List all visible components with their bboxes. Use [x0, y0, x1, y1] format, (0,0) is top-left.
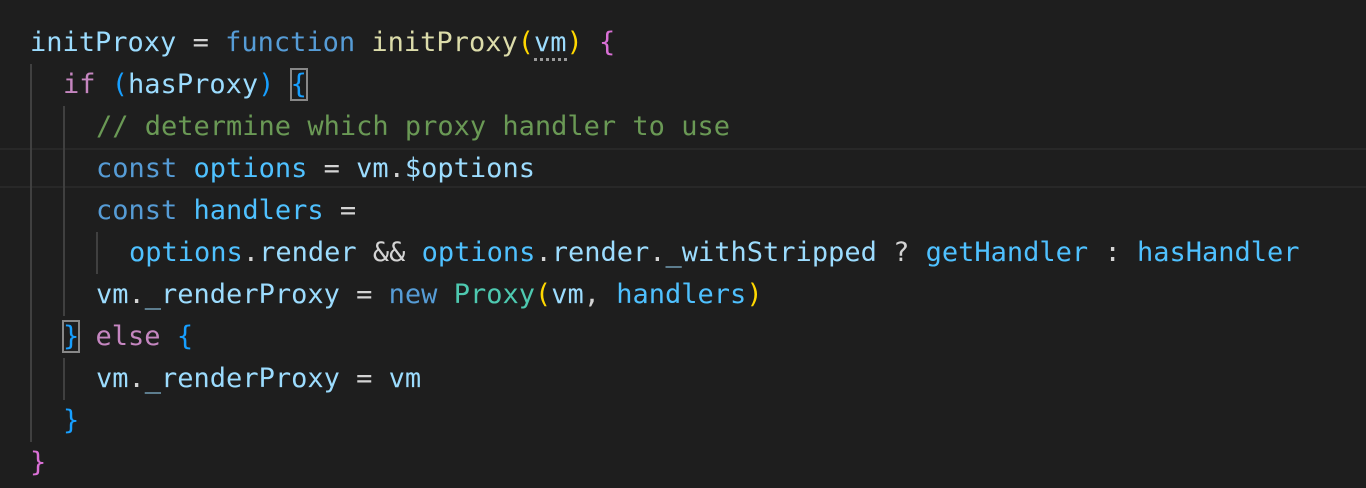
code-token-operator: [161, 321, 177, 352]
code-token-operator: .: [388, 153, 405, 184]
code-token-variable: vm: [388, 363, 422, 394]
code-token-operator: [177, 195, 193, 226]
code-token-bracket-level3: }: [61, 320, 81, 353]
code-line[interactable]: options.render && options.render._withSt…: [129, 232, 1300, 274]
code-token-bracket-level3: (: [111, 69, 129, 100]
code-token-variable: vm: [96, 363, 129, 394]
code-token-operator: &&: [356, 237, 422, 268]
code-token-bracket-level3: }: [63, 405, 80, 436]
code-token-class-name: Proxy: [453, 279, 535, 310]
code-token-variable: _withStripped: [665, 237, 877, 268]
code-token-operator: [274, 69, 290, 100]
code-token-constant: options: [421, 237, 536, 268]
indent-guide: [63, 358, 65, 400]
code-token-operator: =: [307, 153, 357, 184]
code-token-operator: [79, 321, 95, 352]
code-token-bracket-level2: }: [30, 447, 47, 478]
code-token-control-keyword: else: [95, 321, 161, 352]
code-token-operator: .: [649, 237, 666, 268]
code-line[interactable]: initProxy = function initProxy(vm) {: [30, 22, 615, 64]
code-token-variable: vm: [533, 27, 567, 61]
code-token-operator: [355, 27, 371, 58]
code-editor[interactable]: initProxy = function initProxy(vm) {if (…: [0, 0, 1366, 488]
code-line[interactable]: // determine which proxy handler to use: [96, 106, 730, 148]
code-line[interactable]: if (hasProxy) {: [63, 64, 308, 106]
code-token-bracket-level1: (: [517, 27, 534, 58]
code-line[interactable]: vm._renderProxy = vm: [96, 358, 421, 400]
code-token-variable: $options: [404, 153, 535, 184]
code-token-bracket-level3: ): [258, 69, 275, 100]
code-token-storage-keyword: new: [388, 279, 438, 310]
code-token-variable: _renderProxy: [144, 279, 340, 310]
code-token-variable: initProxy: [30, 27, 177, 58]
code-token-constant: handlers: [616, 279, 747, 310]
code-token-variable: render: [259, 237, 357, 268]
code-token-bracket-level3: {: [289, 68, 308, 101]
code-token-constant: hasHandler: [1136, 237, 1300, 268]
code-token-operator: .: [128, 279, 145, 310]
code-token-variable: vm: [356, 153, 389, 184]
code-token-variable: vm: [96, 279, 129, 310]
code-token-bracket-level1: ): [746, 279, 763, 310]
code-line[interactable]: }: [30, 442, 46, 484]
code-token-constant: options: [129, 237, 243, 268]
code-token-operator: ,: [583, 279, 617, 310]
code-line[interactable]: } else {: [61, 316, 194, 358]
code-token-operator: [437, 279, 453, 310]
code-line[interactable]: const options = vm.$options: [96, 148, 535, 190]
code-token-operator: ?: [876, 237, 926, 268]
code-token-operator: [583, 27, 599, 58]
code-token-bracket-level3: {: [176, 321, 194, 352]
code-token-function-name: initProxy: [371, 27, 518, 58]
code-token-operator: [177, 153, 193, 184]
code-token-operator: =: [339, 279, 389, 310]
indent-guide: [30, 64, 32, 442]
code-token-storage-keyword: const: [96, 195, 178, 226]
code-token-storage-keyword: const: [96, 153, 178, 184]
code-token-variable: hasProxy: [128, 69, 259, 100]
code-token-variable: render: [551, 237, 650, 268]
code-token-bracket-level1: (: [534, 279, 552, 310]
code-line[interactable]: }: [63, 400, 79, 442]
code-token-operator: .: [128, 363, 145, 394]
code-line[interactable]: const handlers =: [96, 190, 356, 232]
indent-guide: [96, 232, 98, 274]
code-token-control-keyword: if: [63, 69, 96, 100]
code-token-constant: handlers: [193, 195, 324, 226]
code-token-operator: .: [535, 237, 552, 268]
code-token-bracket-level2: {: [599, 27, 616, 58]
code-token-storage-keyword: function: [225, 27, 356, 58]
code-token-variable: _renderProxy: [144, 363, 340, 394]
code-token-operator: .: [242, 237, 260, 268]
code-token-operator: =: [176, 27, 226, 58]
indent-guide: [63, 106, 65, 316]
code-token-constant: options: [193, 153, 308, 184]
code-token-operator: =: [339, 363, 389, 394]
code-token-operator: :: [1088, 237, 1137, 268]
code-token-constant: getHandler: [925, 237, 1089, 268]
code-token-operator: =: [323, 195, 357, 226]
code-token-variable: vm: [551, 279, 584, 310]
code-token-operator: [96, 69, 112, 100]
code-token-comment: // determine which proxy handler to use: [96, 111, 730, 142]
code-token-bracket-level1: ): [566, 27, 583, 58]
code-line[interactable]: vm._renderProxy = new Proxy(vm, handlers…: [96, 274, 763, 316]
